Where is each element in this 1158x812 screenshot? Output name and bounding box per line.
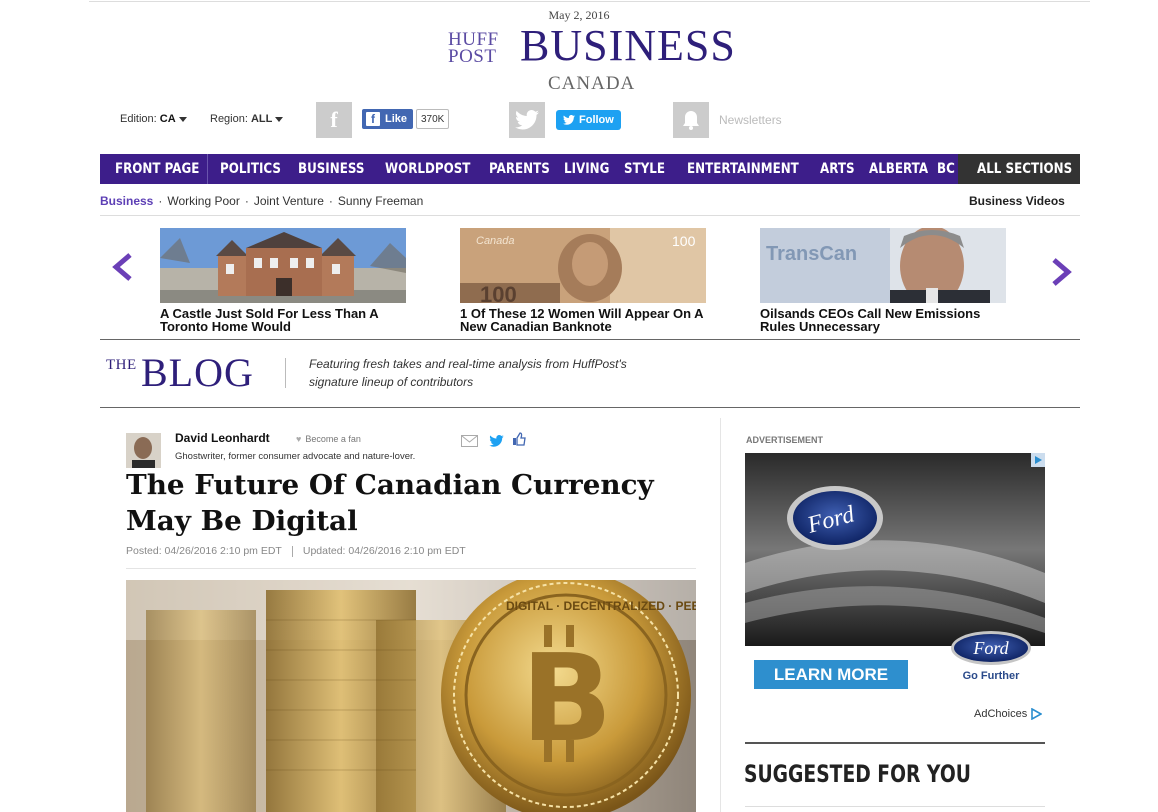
blog-divider-bottom <box>100 407 1080 408</box>
blog-logo-the[interactable]: THE <box>106 357 137 374</box>
coin-text: DIGITAL · DECENTRALIZED · PEER TO PEER <box>506 599 696 613</box>
subnav-section[interactable]: Business <box>100 194 153 208</box>
facebook-like-button[interactable]: f Like <box>362 109 414 129</box>
nav-item-politics[interactable]: POLITICS <box>220 154 281 184</box>
avatar[interactable] <box>126 433 161 468</box>
chevron-left-icon[interactable] <box>110 253 134 289</box>
edition-label: Edition: <box>120 113 157 125</box>
all-sections-button[interactable]: ALL SECTIONS <box>958 154 1080 184</box>
nav-item-style[interactable]: STYLE <box>624 154 665 184</box>
logo-post-text: POST <box>448 46 497 67</box>
blog-logo[interactable]: BLOG <box>141 349 254 397</box>
blog-vertical-divider <box>285 358 286 388</box>
author-bio: Ghostwriter, former consumer advocate an… <box>175 451 416 462</box>
suggested-divider <box>745 742 1045 744</box>
region-value: ALL <box>250 113 273 125</box>
like-count: 370K <box>416 109 450 129</box>
carousel-caption[interactable]: 1 Of These 12 Women Will Appear On A New… <box>460 307 710 333</box>
chevron-right-icon[interactable] <box>1050 258 1074 294</box>
become-fan-label: Become a fan <box>305 434 361 444</box>
subnav-link[interactable]: Joint Venture <box>254 194 324 208</box>
nav-item-business[interactable]: BUSINESS <box>298 154 364 184</box>
twitter-bird-icon <box>563 115 575 125</box>
carousel-image-banknote[interactable]: 100 100 Canada <box>460 228 706 303</box>
svg-text:100: 100 <box>480 282 517 303</box>
updated-time: Updated: 04/26/2016 2:10 pm EDT <box>302 545 466 557</box>
bell-icon[interactable] <box>673 102 709 138</box>
svg-text:100: 100 <box>672 233 696 249</box>
heart-icon: ♥ <box>296 434 302 444</box>
subnav-link[interactable]: Sunny Freeman <box>338 194 423 208</box>
ford-logo-text: Ford <box>972 638 1009 658</box>
region-selector[interactable]: Region: ALL <box>210 113 284 125</box>
nav-item-worldpost[interactable]: WORLDPOST <box>385 154 470 184</box>
nav-item-alberta[interactable]: ALBERTA <box>869 154 928 184</box>
follow-label: Follow <box>579 114 614 126</box>
like-label: Like <box>385 113 408 125</box>
advertisement-label: ADVERTISEMENT <box>746 435 824 445</box>
section-title[interactable]: BUSINESS <box>520 22 736 70</box>
twitter-icon[interactable] <box>509 102 545 138</box>
nav-item-arts[interactable]: ARTS <box>820 154 855 184</box>
business-videos-link[interactable]: Business Videos <box>969 194 1065 208</box>
section-subnav: Business · Working Poor · Joint Venture · Sunn… <box>100 194 424 208</box>
facebook-icon[interactable]: f <box>316 102 352 138</box>
edition-value: CA <box>159 113 176 125</box>
nav-item-front-page[interactable]: FRONT PAGE <box>115 154 199 184</box>
twitter-follow-button[interactable]: Follow <box>556 110 621 130</box>
posted-time: Posted: 04/26/2016 2:10 pm EDT <box>126 545 282 557</box>
banknote-text: Canada <box>476 235 515 247</box>
edition-selector[interactable]: Edition: CA <box>120 113 187 125</box>
column-divider <box>720 418 721 812</box>
author-name[interactable]: David Leonhardt <box>175 431 270 445</box>
region-label: Region: <box>210 113 248 125</box>
article-hero-image: DIGITAL · DECENTRALIZED · PEER TO PEER B <box>126 580 696 812</box>
newsletters-link[interactable]: Newsletters <box>719 113 782 127</box>
ford-ad[interactable]: Ford LEARN MORE Ford Go Further <box>745 453 1045 703</box>
top-divider <box>89 1 1090 2</box>
article-meta: Posted: 04/26/2016 2:10 pm EDT Updated: 0… <box>126 545 466 557</box>
subnav-divider <box>100 215 1080 216</box>
facebook-like-icon[interactable] <box>512 432 526 451</box>
adchoices-label: AdChoices <box>974 708 1028 720</box>
main-nav: FRONT PAGE POLITICS BUSINESS WORLDPOST P… <box>100 154 1080 184</box>
suggested-heading: SUGGESTED FOR YOU <box>744 760 971 788</box>
nav-item-living[interactable]: LIVING <box>564 154 609 184</box>
article-headline: The Future Of Canadian Currency May Be D… <box>126 470 654 537</box>
edition-name: CANADA <box>548 73 636 94</box>
blog-description: Featuring fresh takes and real-time anal… <box>309 357 627 389</box>
nav-divider <box>207 154 208 184</box>
caret-down-icon <box>275 116 284 122</box>
all-sections-label: ALL SECTIONS <box>977 161 1073 177</box>
carousel-image-castle[interactable] <box>160 228 406 303</box>
huffpost-logo[interactable]: HUFF POST <box>448 30 499 67</box>
subnav-link[interactable]: Working Poor <box>167 194 239 208</box>
nav-item-entertainment[interactable]: ENTERTAINMENT <box>687 154 799 184</box>
twitter-share-icon[interactable] <box>489 434 504 452</box>
nav-item-parents[interactable]: PARENTS <box>489 154 550 184</box>
adchoices-icon <box>1031 707 1043 721</box>
adchoices-link[interactable]: AdChoices <box>974 707 1043 721</box>
become-fan[interactable]: ♥ Become a fan <box>296 434 361 444</box>
carousel-caption[interactable]: A Castle Just Sold For Less Than A Toron… <box>160 307 410 333</box>
email-icon[interactable] <box>461 434 478 452</box>
suggested-underline <box>745 806 1045 807</box>
facebook-small-icon: f <box>366 112 380 126</box>
carousel-image-ceo[interactable]: TransCan <box>760 228 1006 303</box>
caret-down-icon <box>178 116 187 122</box>
learn-more-label[interactable]: LEARN MORE <box>774 665 888 684</box>
meta-divider <box>126 568 696 569</box>
carousel-caption[interactable]: Oilsands CEOs Call New Emissions Rules U… <box>760 307 1010 333</box>
nav-item-bc[interactable]: BC <box>937 154 955 184</box>
go-further-tagline: Go Further <box>963 670 1021 682</box>
blog-divider-top <box>100 339 1080 340</box>
